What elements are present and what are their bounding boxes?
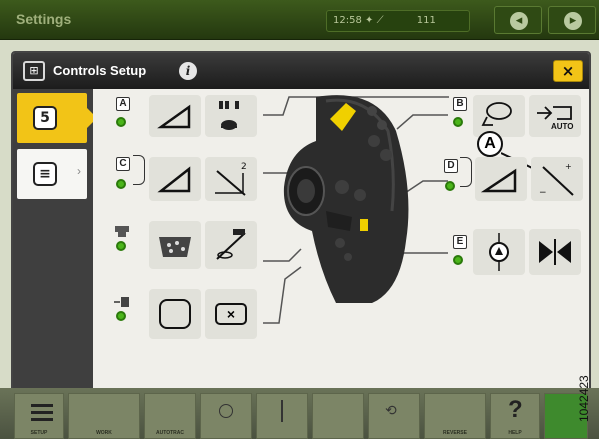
- header-angle-sign-icon: +−: [539, 162, 574, 198]
- svg-text:−: −: [539, 188, 547, 198]
- reverse-button[interactable]: REVERSE: [424, 393, 486, 439]
- level-icon: [281, 400, 283, 422]
- button-c-label: C: [116, 157, 130, 171]
- e-function-1-button[interactable]: [473, 229, 525, 275]
- e-function-2-button[interactable]: [529, 229, 581, 275]
- status-clock: 12:58 ✦ ⟋ 111: [326, 10, 470, 32]
- cancel-icon: ×: [215, 303, 247, 325]
- header-height-icon: [157, 104, 191, 129]
- b-function-2-button[interactable]: AUTO: [529, 95, 581, 137]
- a-function-1-button[interactable]: [149, 95, 201, 137]
- info-icon[interactable]: i: [179, 62, 197, 80]
- status-indicator-b: [453, 117, 463, 127]
- rocker-bracket-icon: [460, 157, 472, 187]
- close-button[interactable]: ×: [553, 60, 583, 82]
- unloader-cancel-icon: [216, 229, 246, 260]
- work-button[interactable]: WORK: [68, 393, 140, 439]
- figure-id: 1042423: [577, 375, 591, 422]
- svg-text:+: +: [565, 162, 572, 171]
- reel-speed-icon: [219, 101, 239, 130]
- gps-value: 111: [416, 15, 436, 26]
- tab-display-setup[interactable]: ≡ ›: [17, 149, 87, 199]
- shortcut-button-3[interactable]: [312, 393, 364, 439]
- dialog-body: 5 ≡ › A C 2 × B AUTO A D + − E: [13, 89, 589, 398]
- center-position-icon: [539, 239, 571, 265]
- blank-function-button[interactable]: [149, 289, 201, 339]
- grain-tank-icon: [159, 237, 191, 257]
- screen: Settings 12:58 ✦ ⟋ 111 ◂ ▸ ⊞ Controls Se…: [0, 0, 599, 439]
- shortcut-button-4[interactable]: ⟲: [368, 393, 420, 439]
- shortcut-button-1[interactable]: [200, 393, 252, 439]
- menu-button[interactable]: SETUP: [14, 393, 64, 439]
- top-status-bar: Settings 12:58 ✦ ⟋ 111 ◂ ▸: [0, 0, 599, 40]
- status-indicator-d: [445, 181, 455, 191]
- reel-fore-aft-icon: [481, 102, 512, 126]
- blank-icon: [159, 299, 191, 329]
- menu-label: SETUP: [30, 430, 48, 436]
- help-label: HELP: [508, 430, 522, 436]
- callout-a: A: [477, 131, 503, 157]
- auto-center-icon: [489, 233, 509, 271]
- button-a-label: A: [116, 97, 130, 111]
- gps-signal-icon: ✦ ⟋: [365, 15, 387, 26]
- clock-time: 12:58: [333, 15, 362, 26]
- button-e-label: E: [453, 235, 467, 249]
- back-button[interactable]: ◂: [494, 6, 542, 34]
- tab-controls-setup[interactable]: 5: [17, 93, 97, 143]
- d-function-1-button[interactable]: [475, 157, 527, 201]
- grain-tank-button[interactable]: [149, 221, 201, 269]
- c-function-1-button[interactable]: [149, 157, 201, 201]
- dialog-title: Controls Setup: [53, 63, 147, 78]
- status-indicator-extra: [116, 311, 126, 321]
- button-d-label: D: [444, 159, 458, 173]
- help-icon: ?: [508, 396, 523, 423]
- autotrac-label: AUTOTRAC: [156, 430, 184, 436]
- help-button[interactable]: ? HELP: [490, 393, 540, 439]
- autotrac-button[interactable]: AUTOTRAC: [144, 393, 196, 439]
- gauge-icon: [219, 404, 233, 418]
- cancel-function-button[interactable]: ×: [205, 289, 257, 339]
- status-indicator-e: [453, 255, 463, 265]
- svg-text:2: 2: [241, 162, 247, 172]
- display-list-icon: ≡: [33, 162, 57, 186]
- shortcut-button-2[interactable]: [256, 393, 308, 439]
- rocker-bracket-icon: [133, 155, 145, 185]
- unloader-cancel-button[interactable]: [205, 221, 257, 269]
- header-tilt-cancel-icon: 2: [215, 162, 247, 196]
- side-tabs: 5 ≡ ›: [13, 89, 97, 398]
- button-b-label: B: [453, 97, 467, 111]
- dialog-header: ⊞ Controls Setup i ×: [13, 53, 589, 89]
- auto-label: AUTO: [551, 122, 574, 131]
- unloader-icon: [114, 225, 130, 237]
- a-function-2-button[interactable]: [205, 95, 257, 137]
- joystick-config-icon: 5: [33, 106, 57, 130]
- b-function-1-button[interactable]: [473, 95, 525, 137]
- settings-panel-icon: ⊞: [23, 61, 45, 81]
- chevron-right-icon: ›: [77, 164, 81, 178]
- joystick-image: [283, 95, 409, 303]
- status-indicator-a: [116, 117, 126, 127]
- forward-button[interactable]: ▸: [548, 6, 596, 34]
- status-indicator-c: [116, 179, 126, 189]
- page-title: Settings: [16, 11, 72, 27]
- controls-setup-dialog: ⊞ Controls Setup i × 5 ≡ › A C 2 × B AUT…: [11, 51, 591, 400]
- accessory-icon: [114, 295, 130, 307]
- header-angle-icon: [480, 168, 517, 193]
- header-tilt-icon: [157, 166, 191, 193]
- d-function-2-button[interactable]: + −: [531, 157, 583, 201]
- reverse-label: REVERSE: [443, 430, 467, 436]
- controls-workarea: A C 2 × B AUTO A D + − E: [93, 89, 589, 398]
- work-label: WORK: [96, 430, 112, 436]
- status-indicator-unloader: [116, 241, 126, 251]
- reel-icon: ⟲: [385, 402, 397, 418]
- c-function-2-button[interactable]: 2: [205, 157, 257, 201]
- menu-icon: [31, 404, 53, 407]
- back-arrow-icon: ◂: [510, 12, 528, 30]
- forward-arrow-icon: ▸: [564, 12, 582, 30]
